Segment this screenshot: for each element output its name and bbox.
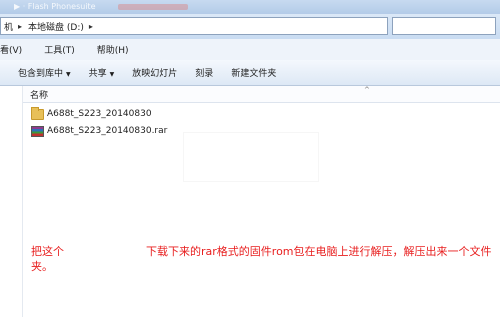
button-label: 包含到库中: [18, 69, 64, 79]
chevron-down-icon: ▼: [66, 71, 71, 78]
breadcrumb-computer[interactable]: 机: [1, 20, 15, 33]
command-toolbar: 包含到库中 ▼ 共享 ▼ 放映幻灯片 刻录 新建文件夹: [0, 60, 500, 86]
rar-archive-icon: [31, 125, 44, 137]
chevron-down-icon: ▼: [109, 71, 115, 78]
breadcrumb-separator[interactable]: ▸: [15, 22, 25, 31]
note-text-start: 把这个: [31, 245, 64, 258]
redacted-area: [184, 133, 318, 181]
burn-button[interactable]: 刻录: [195, 66, 213, 79]
title-bar: ▶ · Flash Phonesuite: [0, 0, 500, 14]
column-header-name[interactable]: 名称: [30, 88, 48, 101]
include-in-library-button[interactable]: 包含到库中 ▼: [18, 66, 71, 79]
blurred-title-text: [118, 4, 188, 10]
search-input[interactable]: [392, 17, 496, 35]
menu-view[interactable]: 看(V): [0, 43, 28, 56]
menu-help[interactable]: 帮助(H): [97, 43, 135, 56]
menu-bar: 看(V) 工具(T) 帮助(H): [0, 39, 500, 61]
file-row-rar[interactable]: A688t_S223_20140830.rar: [31, 123, 167, 139]
file-row-folder[interactable]: A688t_S223_20140830: [31, 106, 152, 122]
window-title: ▶ · Flash Phonesuite: [14, 2, 96, 11]
new-folder-button[interactable]: 新建文件夹: [231, 66, 276, 79]
address-bar-area: 机 ▸ 本地磁盘 (D:) ▸: [0, 14, 500, 39]
note-text-end: 下载下来的rar格式的固件rom包在电脑上进行解压，解压出来一个文件夹。: [31, 245, 492, 273]
navigation-pane[interactable]: [0, 86, 23, 317]
address-box[interactable]: 机 ▸ 本地磁盘 (D:) ▸: [0, 17, 388, 35]
column-header-row: 名称 ^: [23, 86, 500, 103]
folder-icon: [31, 106, 44, 120]
menu-tools[interactable]: 工具(T): [44, 43, 81, 56]
slideshow-button[interactable]: 放映幻灯片: [132, 66, 177, 79]
file-name: A688t_S223_20140830.rar: [47, 126, 168, 136]
sort-arrow-icon: ^: [364, 86, 370, 94]
button-label: 共享: [88, 69, 107, 79]
file-name: A688t_S223_20140830: [47, 109, 152, 119]
instruction-note: 把这个 下载下来的rar格式的固件rom包在电脑上进行解压，解压出来一个文件夹。: [31, 244, 497, 274]
share-button[interactable]: 共享 ▼: [89, 66, 115, 79]
breadcrumb-separator[interactable]: ▸: [86, 22, 96, 31]
breadcrumb-drive-d[interactable]: 本地磁盘 (D:): [25, 20, 86, 33]
